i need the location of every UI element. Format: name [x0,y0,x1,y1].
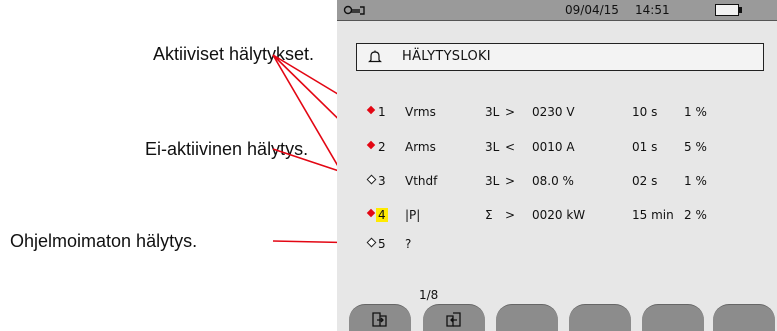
alarm-row[interactable]: 5 ? [337,234,777,254]
alarm-row-selected[interactable]: 4 |P| Σ > 0020 kW 15 min 2 % [337,205,777,225]
wrench-icon [343,5,365,15]
alarm-phase: 3L [485,140,500,154]
bell-icon [368,50,382,63]
alarm-parameter: Vrms [405,105,436,119]
battery-icon [715,4,742,16]
alarm-row[interactable]: 3 Vthdf 3L > 08.0 % 02 s 1 % [337,171,777,191]
alarm-number: 4 [376,208,388,222]
alarm-duration: 02 s [632,174,658,188]
export-softkey[interactable] [349,304,411,331]
inactive-alarm-icon [366,174,377,185]
alarm-parameter: ? [405,237,412,251]
export-icon [372,312,387,327]
active-alarm-icon [366,140,376,150]
page-indicator: 1/8 [419,288,439,302]
alarm-phase: Σ [485,208,493,222]
alarm-number: 1 [378,105,386,119]
active-alarm-icon [366,208,376,218]
alarm-phase: 3L [485,105,500,119]
alarm-parameter: Arms [405,140,436,154]
active-alarm-icon [366,105,376,115]
alarm-row[interactable]: 2 Arms 3L < 0010 A 01 s 5 % [337,137,777,157]
alarm-duration: 01 s [632,140,658,154]
alarm-number: 2 [378,140,386,154]
alarm-number: 3 [378,174,386,188]
alarm-hysteresis: 2 % [684,208,707,222]
alarm-threshold: 0010 A [532,140,575,154]
alarm-hysteresis: 5 % [684,140,707,154]
softkey-6[interactable] [713,304,775,331]
alarm-condition: < [505,140,516,154]
alarm-phase: 3L [485,174,500,188]
alarm-duration: 10 s [632,105,658,119]
alarm-number: 5 [378,237,386,251]
alarm-condition: > [505,208,516,222]
alarm-condition: > [505,105,516,119]
alarm-row[interactable]: 1 Vrms 3L > 0230 V 10 s 1 % [337,102,777,122]
import-icon [446,312,461,327]
alarm-duration: 15 min [632,208,674,222]
softkey-bar [337,304,777,331]
status-date: 09/04/15 [565,3,619,17]
softkey-3[interactable] [496,304,558,331]
alarm-threshold: 08.0 % [532,174,574,188]
status-bar: 09/04/15 14:51 [337,0,777,21]
alarm-threshold: 0230 V [532,105,575,119]
softkey-5[interactable] [642,304,704,331]
alarm-condition: > [505,174,516,188]
device-screen: 09/04/15 14:51 HÄLYTYSLOKI 1 Vrms 3L > 0… [337,0,777,331]
alarm-hysteresis: 1 % [684,105,707,119]
alarm-threshold: 0020 kW [532,208,586,222]
page-title: HÄLYTYSLOKI [402,49,491,64]
import-softkey[interactable] [423,304,485,331]
alarm-parameter: Vthdf [405,174,438,188]
inactive-alarm-icon [366,237,377,248]
status-time: 14:51 [635,3,670,17]
alarm-hysteresis: 1 % [684,174,707,188]
alarm-log-title-box: HÄLYTYSLOKI [356,43,764,71]
alarm-parameter: |P| [405,208,421,222]
softkey-4[interactable] [569,304,631,331]
